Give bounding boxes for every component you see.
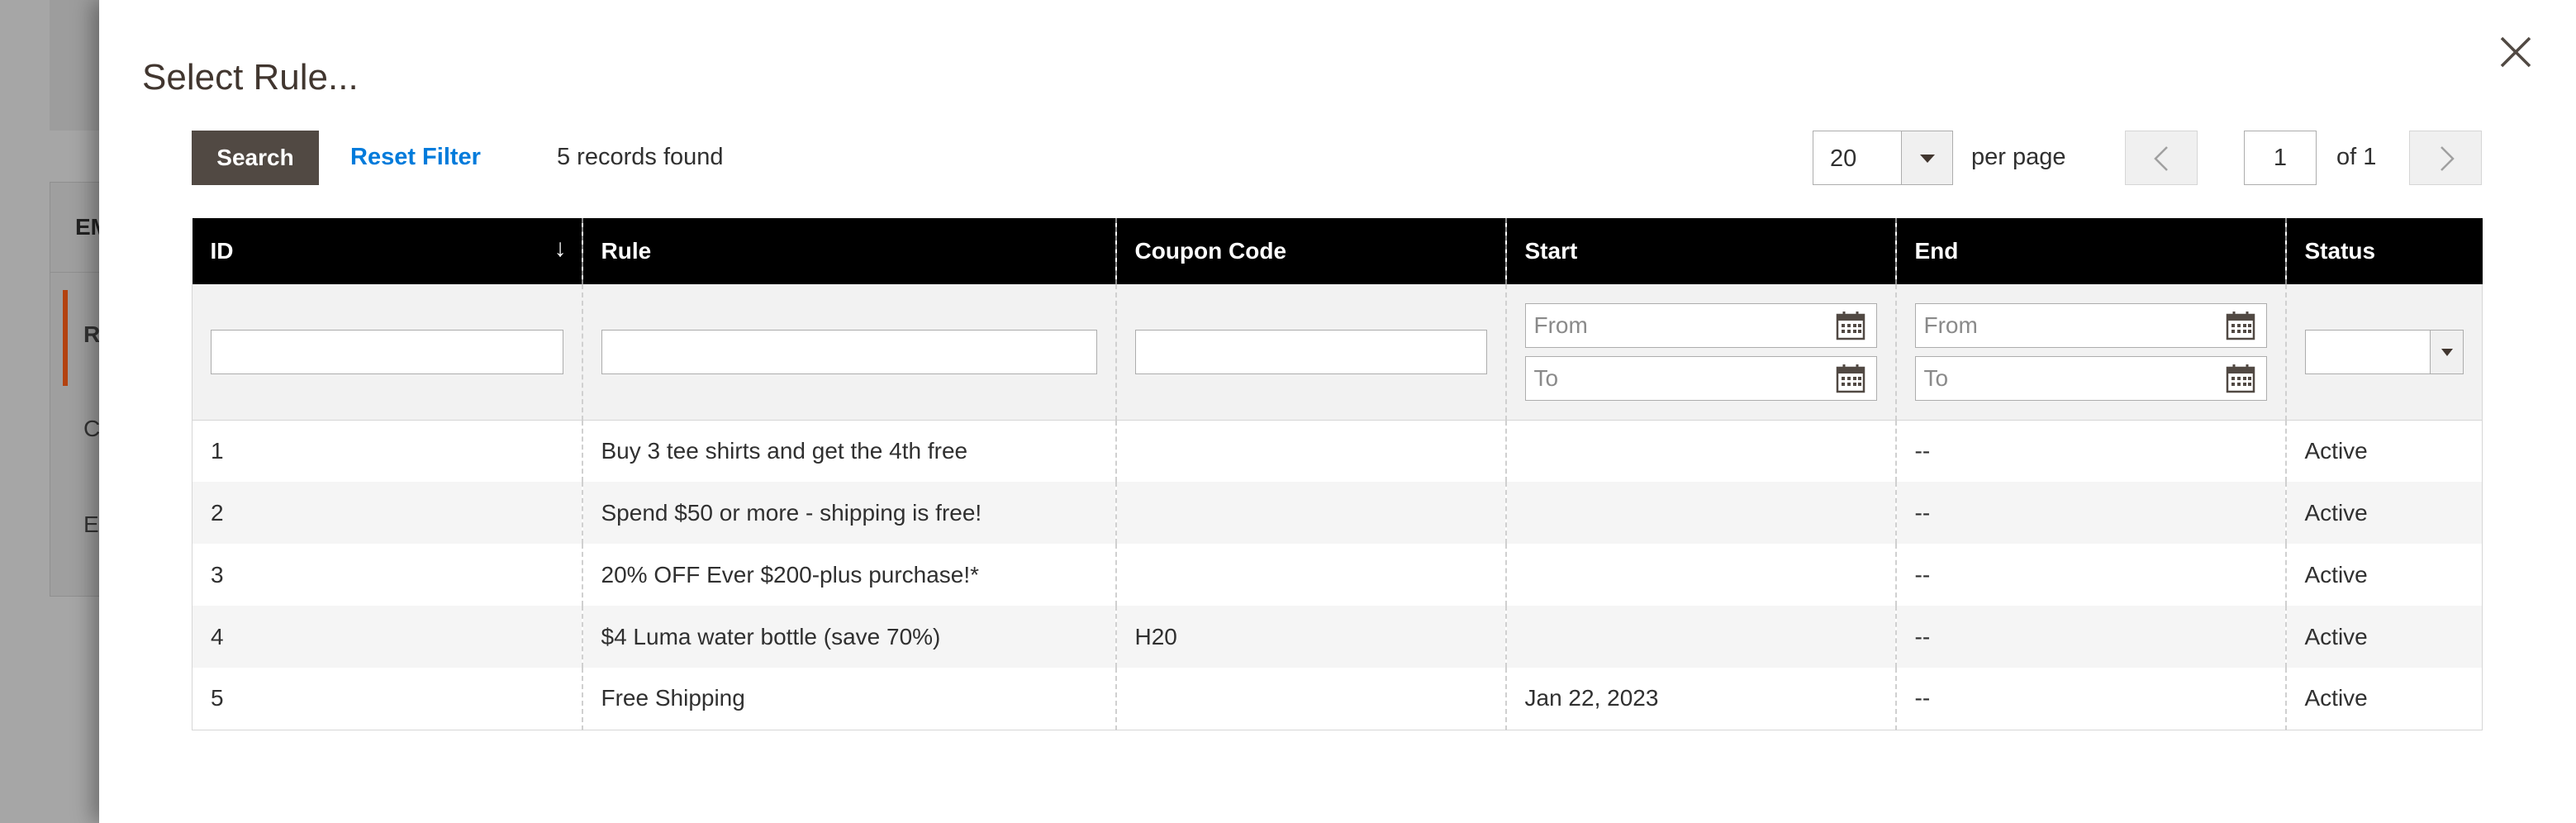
calendar-icon[interactable] — [2225, 310, 2256, 341]
chevron-down-icon — [2441, 348, 2453, 356]
filter-cell-start — [1504, 284, 1896, 421]
table-row[interactable]: 2 Spend $50 or more - shipping is free! … — [192, 482, 2483, 544]
column-header-label: Status — [2304, 238, 2376, 264]
cell-status: Active — [2284, 482, 2483, 544]
start-to-field — [1524, 355, 1877, 401]
filter-row — [192, 284, 2483, 421]
coupon-code-filter-input[interactable] — [1134, 329, 1487, 374]
cell-coupon-code: H20 — [1115, 606, 1506, 668]
column-header-end[interactable]: End — [1894, 218, 2286, 284]
filter-cell-id — [192, 284, 582, 421]
close-icon — [2500, 36, 2531, 68]
cell-end: -- — [1894, 482, 2286, 544]
cell-start — [1504, 606, 1896, 668]
cell-rule: $4 Luma water bottle (save 70%) — [581, 606, 1116, 668]
page-total: of 1 — [2336, 144, 2377, 170]
previous-page-button[interactable] — [2125, 131, 2198, 185]
cell-id: 4 — [192, 606, 582, 668]
end-from-field — [1914, 302, 2267, 348]
cell-coupon-code — [1115, 482, 1506, 544]
rules-grid: ID ↓ Rule Coupon Code Start End Status F… — [192, 218, 2483, 730]
table-row[interactable]: 3 20% OFF Ever $200-plus purchase!* -- A… — [192, 544, 2483, 606]
calendar-icon[interactable] — [1835, 363, 1866, 394]
cell-status: Active — [2284, 606, 2483, 668]
column-header-start[interactable]: Start — [1504, 218, 1896, 284]
table-row[interactable]: 1 Buy 3 tee shirts and get the 4th free … — [192, 420, 2483, 482]
end-from-input[interactable] — [1915, 303, 2266, 347]
cell-start — [1504, 420, 1896, 482]
cell-id: 3 — [192, 544, 582, 606]
per-page-value: 20 — [1830, 145, 1857, 172]
reset-filter-link[interactable]: Reset Filter — [350, 144, 481, 171]
cell-id: 2 — [192, 482, 582, 544]
cell-end: -- — [1894, 544, 2286, 606]
select-rule-modal: Select Rule... Search Reset Filter 5 rec… — [99, 0, 2576, 823]
per-page-label: per page — [1971, 144, 2066, 170]
status-dropdown-toggle[interactable] — [2430, 330, 2463, 373]
column-header-coupon-code[interactable]: Coupon Code — [1115, 218, 1506, 284]
column-header-id[interactable]: ID ↓ — [192, 218, 582, 284]
table-row[interactable]: 5 Free Shipping Jan 22, 2023 -- Active — [192, 668, 2483, 730]
status-filter-select[interactable] — [2304, 329, 2464, 374]
cell-status: Active — [2284, 544, 2483, 606]
column-header-label: End — [1914, 238, 1959, 264]
column-header-status[interactable]: Status — [2284, 218, 2483, 284]
cell-status: Active — [2284, 420, 2483, 482]
column-header-label: Coupon Code — [1134, 238, 1287, 264]
cell-rule: 20% OFF Ever $200-plus purchase!* — [581, 544, 1116, 606]
cell-start: Jan 22, 2023 — [1504, 668, 1896, 730]
end-to-input[interactable] — [1915, 356, 2266, 400]
table-row[interactable]: 4 $4 Luma water bottle (save 70%) H20 --… — [192, 606, 2483, 668]
chevron-right-icon — [2441, 146, 2455, 171]
per-page-dropdown-toggle[interactable] — [1901, 131, 1952, 184]
filter-cell-coupon — [1115, 284, 1506, 421]
cell-coupon-code — [1115, 668, 1506, 730]
cell-end: -- — [1894, 668, 2286, 730]
grid-header-row: ID ↓ Rule Coupon Code Start End Status — [192, 218, 2483, 284]
filter-cell-end — [1894, 284, 2286, 421]
modal-title: Select Rule... — [142, 57, 359, 98]
background-panel-item: E — [83, 511, 99, 537]
cell-rule: Spend $50 or more - shipping is free! — [581, 482, 1116, 544]
filter-cell-status — [2284, 284, 2483, 421]
cell-end: -- — [1894, 420, 2286, 482]
page-number-input[interactable] — [2244, 131, 2317, 185]
cell-coupon-code — [1115, 544, 1506, 606]
chevron-left-icon — [2154, 146, 2168, 171]
chevron-down-icon — [1920, 155, 1935, 163]
cell-coupon-code — [1115, 420, 1506, 482]
next-page-button[interactable] — [2409, 131, 2482, 185]
id-filter-input[interactable] — [211, 329, 563, 374]
cell-start — [1504, 544, 1896, 606]
calendar-icon[interactable] — [1835, 310, 1866, 341]
background-panel-item: R — [83, 321, 101, 347]
search-button[interactable]: Search — [192, 131, 319, 185]
sort-arrow-icon: ↓ — [554, 235, 567, 262]
cell-id: 1 — [192, 420, 582, 482]
column-header-label: ID — [210, 238, 234, 264]
cell-end: -- — [1894, 606, 2286, 668]
column-header-rule[interactable]: Rule — [581, 218, 1116, 284]
cell-rule: Buy 3 tee shirts and get the 4th free — [581, 420, 1116, 482]
cell-start — [1504, 482, 1896, 544]
cell-status: Active — [2284, 668, 2483, 730]
background-panel-item: C — [83, 416, 101, 441]
start-from-field — [1524, 302, 1877, 348]
cell-rule: Free Shipping — [581, 668, 1116, 730]
calendar-icon[interactable] — [2225, 363, 2256, 394]
rule-filter-input[interactable] — [601, 329, 1097, 374]
filter-cell-rule — [581, 284, 1116, 421]
start-to-input[interactable] — [1525, 356, 1876, 400]
per-page-select[interactable]: 20 — [1813, 131, 1953, 185]
column-header-label: Rule — [601, 238, 652, 264]
background-active-marker — [63, 290, 68, 386]
cell-id: 5 — [192, 668, 582, 730]
end-to-field — [1914, 355, 2267, 401]
close-button[interactable] — [2495, 31, 2536, 73]
column-header-label: Start — [1524, 238, 1578, 264]
start-from-input[interactable] — [1525, 303, 1876, 347]
records-found-count: 5 records found — [557, 144, 724, 170]
